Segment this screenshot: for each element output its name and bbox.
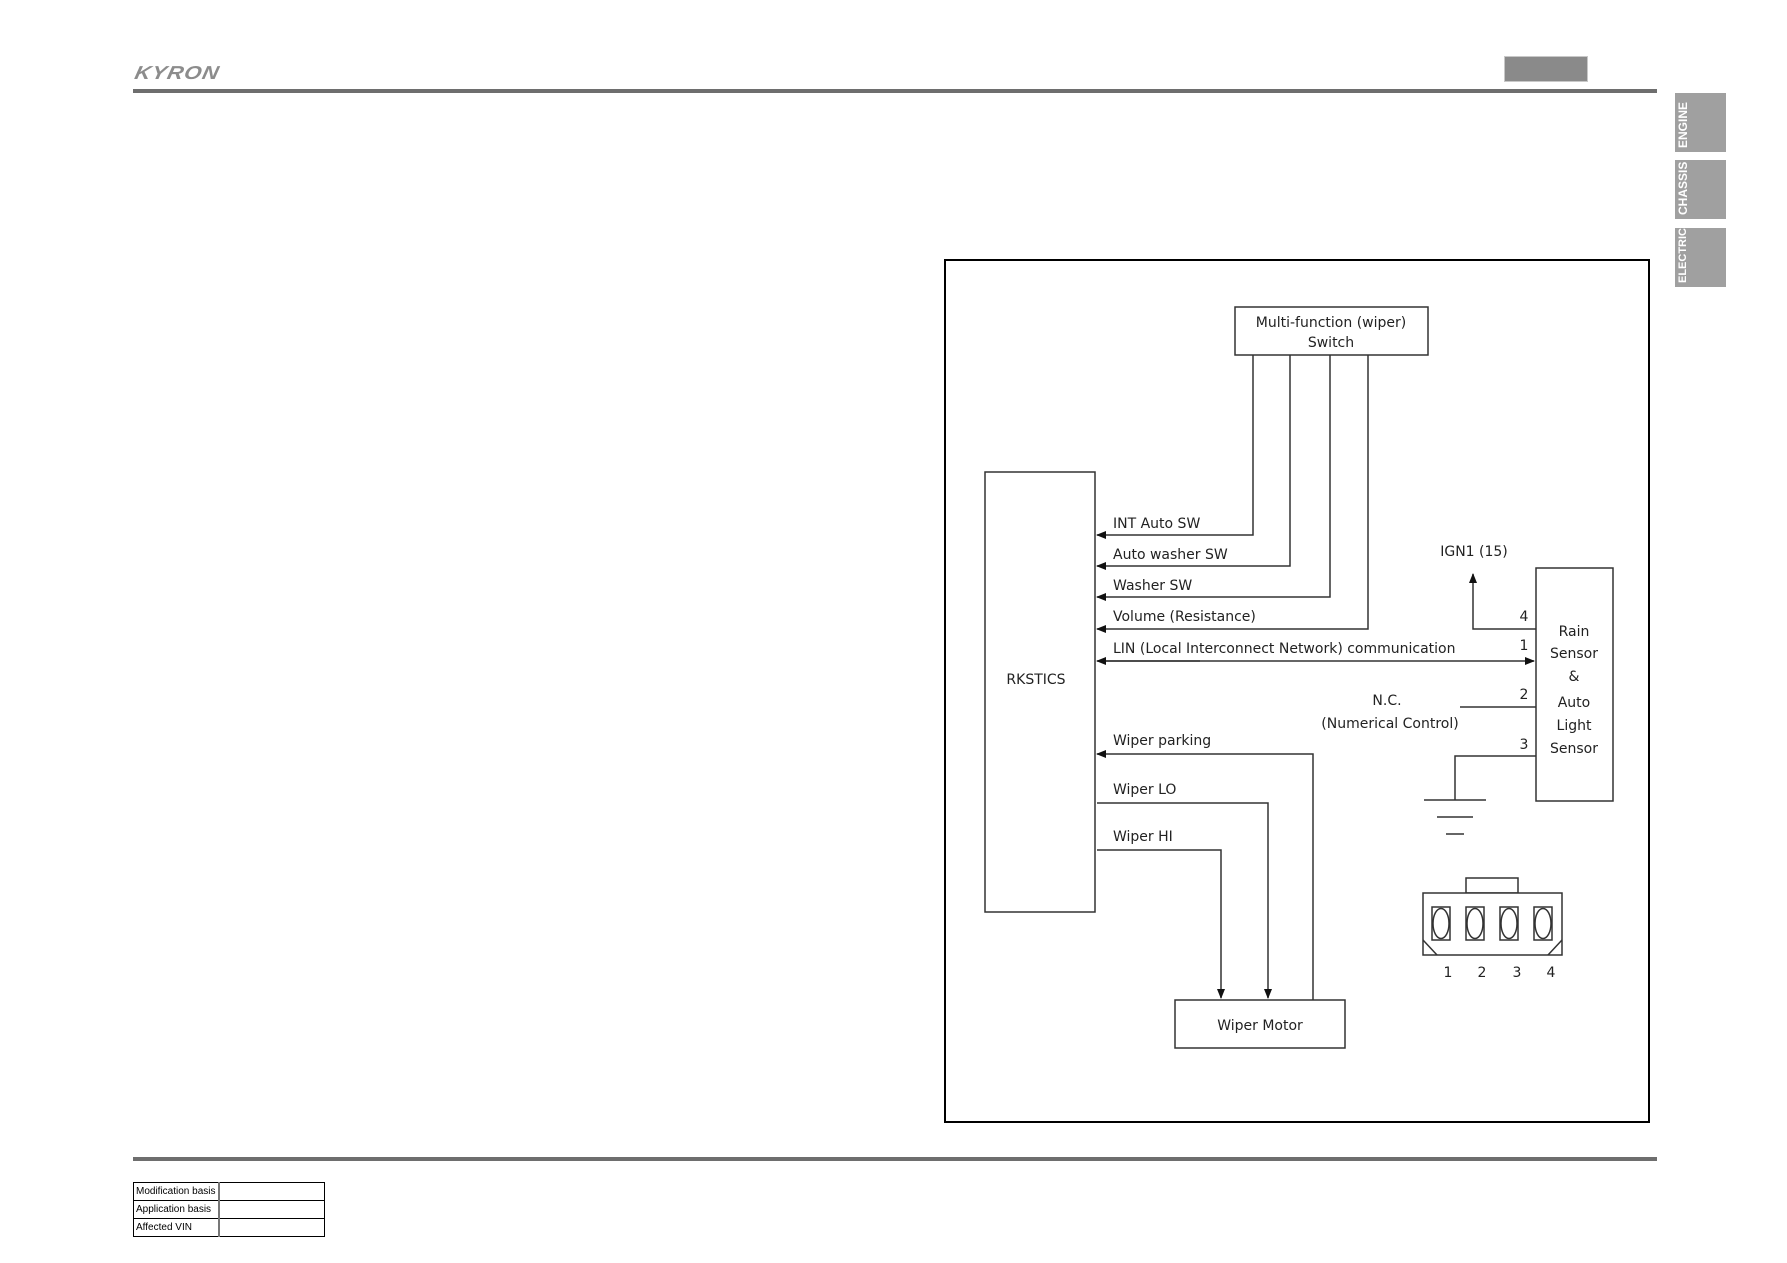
ground-icon (1424, 799, 1486, 835)
table-row: Application basis (133, 1200, 325, 1219)
signal-label: Volume (Resistance) (1113, 609, 1256, 625)
switch-box-line2: Switch (1308, 335, 1354, 351)
wiring-diagram: Multi-function (wiper) Switch RKSTICS IN… (984, 306, 1614, 1049)
signal-label: Auto washer SW (1113, 547, 1228, 563)
table-row: Affected VIN (133, 1218, 325, 1237)
wiper-motor-label: Wiper Motor (1217, 1018, 1303, 1034)
table-value (218, 1200, 325, 1219)
table-row: Modification basis (133, 1182, 325, 1201)
connector-pin-number: 4 (1547, 965, 1556, 981)
sensor-label-line: & (1569, 669, 1580, 685)
rkstics-label: RKSTICS (1006, 672, 1065, 688)
ign-label: IGN1 (15) (1440, 544, 1508, 560)
wire-ground (1454, 755, 1536, 800)
connector-pin-number: 2 (1478, 965, 1487, 981)
signal-label: Washer SW (1113, 578, 1192, 594)
table-value (218, 1218, 325, 1237)
table-value (218, 1182, 325, 1201)
table-key: Affected VIN (133, 1218, 220, 1237)
signal-label: INT Auto SW (1113, 516, 1200, 532)
sensor-label-line: Light (1557, 718, 1592, 734)
nc-label-line2: (Numerical Control) (1321, 716, 1458, 732)
table-key: Application basis (133, 1200, 220, 1219)
signal-label: LIN (Local Interconnect Network) communi… (1113, 641, 1456, 657)
pin-number: 2 (1520, 687, 1529, 703)
motor-signal-label: Wiper HI (1113, 829, 1173, 845)
table-key: Modification basis (133, 1182, 220, 1201)
sensor-label-line: Sensor (1550, 741, 1598, 757)
pin-number: 4 (1520, 609, 1529, 625)
switch-box-line1: Multi-function (wiper) (1256, 315, 1406, 331)
footer-rule (133, 1157, 1657, 1161)
connector-icon (1422, 877, 1563, 956)
nc-label-line1: N.C. (1372, 693, 1401, 709)
modification-table: Modification basis Application basis Aff… (133, 1182, 325, 1237)
motor-signal-label: Wiper LO (1113, 782, 1176, 798)
pin-number: 1 (1520, 638, 1529, 654)
sensor-label-line: Auto (1558, 695, 1591, 711)
wire-int-auto (1096, 355, 1254, 539)
sensor-label-line: Sensor (1550, 646, 1598, 662)
pin-number: 3 (1520, 737, 1529, 753)
connector-pin-number: 1 (1444, 965, 1453, 981)
connector-pin-number: 3 (1513, 965, 1522, 981)
wire-hi (1097, 849, 1225, 999)
motor-signal-label: Wiper parking (1113, 733, 1211, 749)
rkstics-box (984, 471, 1096, 913)
sensor-label-line: Rain (1559, 624, 1590, 640)
